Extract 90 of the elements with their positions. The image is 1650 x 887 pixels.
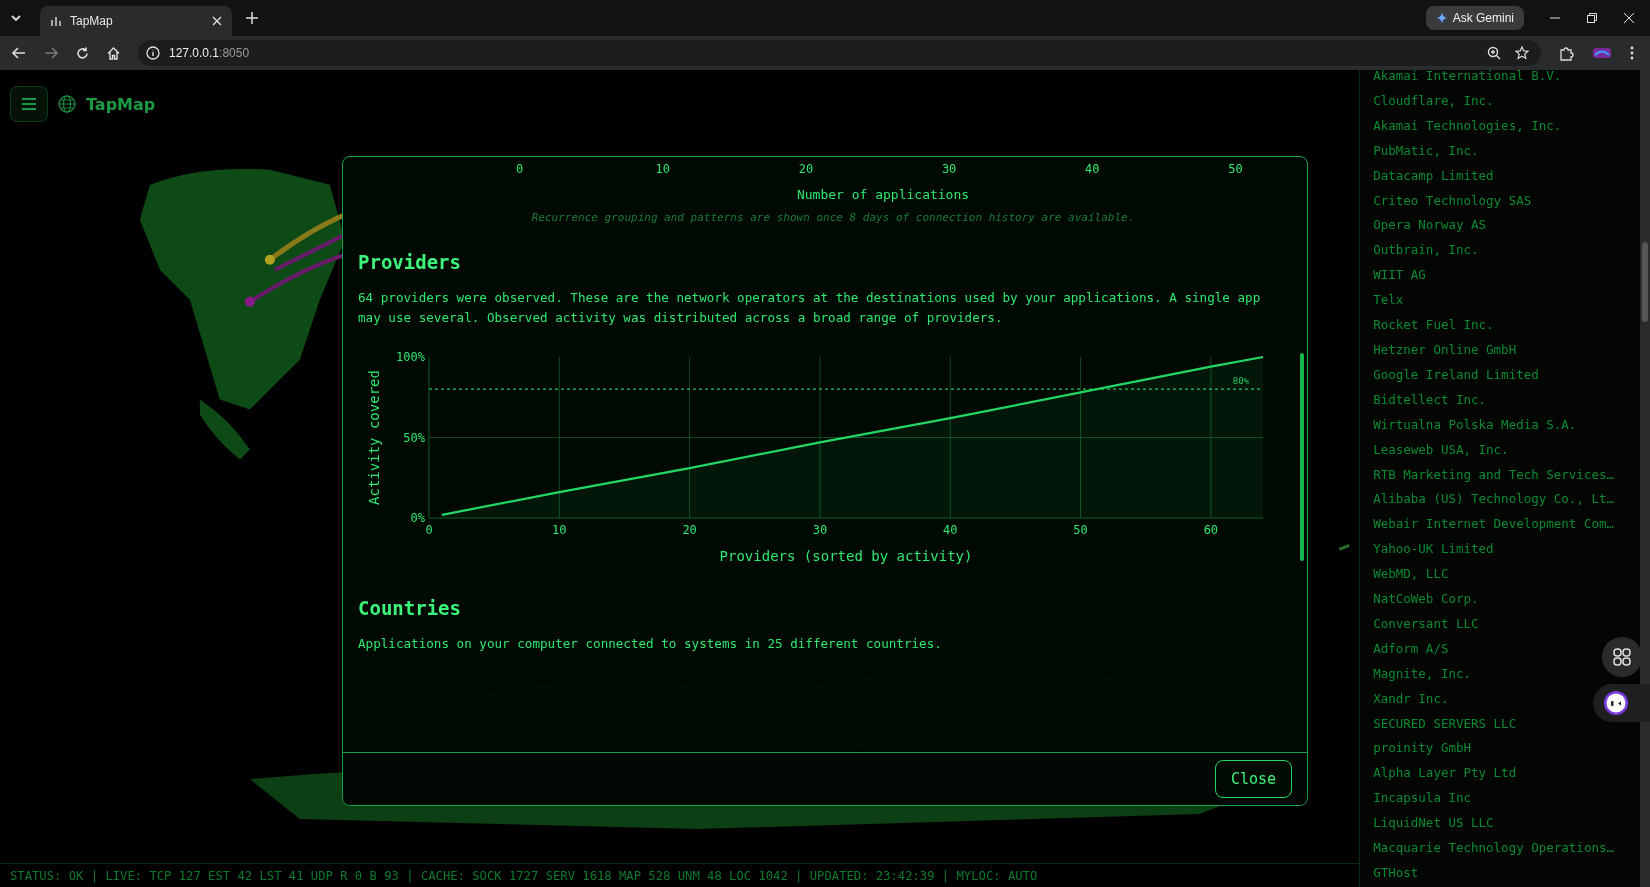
x-tick-label: 40 bbox=[943, 523, 958, 537]
y-axis-title: Activity covered bbox=[366, 370, 382, 505]
tab-list-icon[interactable] bbox=[10, 13, 22, 23]
provider-item[interactable]: Cloudflare, Inc. bbox=[1373, 88, 1494, 114]
axis-tick-label: 50 bbox=[1227, 161, 1244, 178]
puzzle-icon[interactable] bbox=[1559, 45, 1574, 61]
axis-tick-label: 0 bbox=[514, 161, 525, 178]
close-icon[interactable] bbox=[1624, 13, 1634, 23]
provider-item[interactable]: Adform A/S bbox=[1373, 636, 1449, 662]
home-icon[interactable] bbox=[107, 46, 120, 60]
x-tick-label: 20 bbox=[682, 523, 697, 537]
provider-item[interactable]: Webair Internet Development Com… bbox=[1373, 512, 1614, 538]
provider-item[interactable]: WIIT AG bbox=[1373, 263, 1426, 289]
provider-item[interactable]: RTB Marketing and Tech Services… bbox=[1373, 462, 1614, 488]
globe-icon bbox=[58, 95, 76, 113]
provider-item[interactable]: Opera Norway AS bbox=[1373, 213, 1487, 239]
section-text: Applications on your computer connected to systems in 25 different countries. bbox=[358, 635, 943, 653]
menu-icon bbox=[22, 98, 36, 110]
provider-item[interactable]: Akamai Technologies, Inc. bbox=[1373, 113, 1562, 139]
provider-item[interactable]: Leaseweb USA, Inc. bbox=[1373, 437, 1509, 463]
y-tick-label: 50% bbox=[403, 430, 425, 445]
provider-item[interactable]: NatCoWeb Corp. bbox=[1373, 587, 1479, 612]
provider-item[interactable]: LiquidNet US LLC bbox=[1373, 811, 1494, 837]
info-note: Recurrence grouping and patterns are shown once 8 days of connection history are available. bbox=[531, 210, 1135, 226]
provider-item[interactable]: Outbrain, Inc. bbox=[1373, 238, 1479, 264]
provider-item[interactable]: Alibaba (US) Technology Co., Lt… bbox=[1373, 487, 1614, 513]
back-icon[interactable] bbox=[12, 47, 26, 59]
scrollbar[interactable] bbox=[1640, 70, 1650, 887]
axis-tick-label: 20 bbox=[797, 161, 815, 178]
profile-icon[interactable] bbox=[1592, 46, 1612, 60]
x-tick-label: 0 bbox=[425, 523, 433, 537]
shortcut-button[interactable] bbox=[1602, 637, 1643, 677]
scrollbar-thumb[interactable] bbox=[1642, 242, 1648, 322]
browser-tab[interactable]: TapMap bbox=[40, 6, 232, 36]
new-tab-icon[interactable] bbox=[246, 12, 258, 24]
app-title: TapMap bbox=[86, 94, 156, 114]
provider-item[interactable]: Macquarie Technology Operations… bbox=[1373, 836, 1614, 861]
close-button[interactable]: Close bbox=[1215, 760, 1292, 798]
x-axis-title: Providers (sorted by activity) bbox=[719, 548, 973, 564]
provider-item[interactable]: SECURED SERVERS LLC bbox=[1373, 711, 1517, 737]
x-tick-label: 10 bbox=[552, 523, 567, 537]
ask-gemini-button[interactable]: Ask Gemini bbox=[1425, 6, 1524, 30]
x-tick-label: 30 bbox=[812, 523, 828, 537]
provider-item[interactable]: Rocket Fuel Inc. bbox=[1373, 313, 1494, 338]
provider-item[interactable]: Datacamp Limited bbox=[1373, 163, 1494, 189]
provider-item[interactable]: Wirtualna Polska Media S.A. bbox=[1373, 412, 1577, 438]
provider-item[interactable]: WebMD, LLC bbox=[1373, 562, 1449, 588]
menu-icon[interactable] bbox=[1630, 46, 1634, 60]
provider-item[interactable]: Incapsula Inc bbox=[1373, 786, 1471, 812]
section-heading: Providers bbox=[358, 250, 462, 274]
forward-icon[interactable] bbox=[44, 47, 58, 59]
provider-item[interactable]: Criteo Technology SAS bbox=[1373, 188, 1532, 214]
sparkle-icon bbox=[1435, 12, 1448, 24]
provider-item[interactable]: Telx bbox=[1373, 288, 1404, 314]
provider-item[interactable]: Xandr Inc. bbox=[1373, 686, 1449, 712]
address-bar[interactable]: 127.0.0.1:8050 bbox=[138, 40, 1541, 66]
provider-item[interactable]: Bidtellect Inc. bbox=[1373, 387, 1487, 413]
restore-icon[interactable] bbox=[1587, 13, 1597, 23]
provider-item[interactable]: proinity GmbH bbox=[1373, 736, 1471, 762]
zoom-icon[interactable] bbox=[1487, 46, 1501, 60]
scrollbar-thumb[interactable] bbox=[1300, 353, 1304, 561]
provider-item[interactable]: Hetzner Online GmbH bbox=[1373, 337, 1517, 363]
x-tick-label: 50 bbox=[1073, 523, 1088, 537]
provider-item[interactable]: PubMatic, Inc. bbox=[1373, 138, 1479, 164]
axis-tick-label: 10 bbox=[654, 161, 671, 178]
provider-item[interactable]: Akamai International B.V. bbox=[1373, 64, 1562, 89]
star-icon[interactable] bbox=[1515, 46, 1529, 60]
close-icon[interactable] bbox=[212, 16, 222, 26]
robot-face-icon bbox=[1603, 690, 1630, 716]
provider-item[interactable]: GTHost bbox=[1373, 861, 1419, 886]
section-text: 64 providers were observed. These are the network operators at the destinations used by your applications. A single app may use several. Observed activity was distributed across a broad range of providers. bbox=[358, 289, 1262, 327]
provider-item[interactable]: Alpha Layer Pty Ltd bbox=[1373, 761, 1517, 787]
axis-tick-label: 30 bbox=[940, 161, 958, 178]
y-tick-label: 100% bbox=[396, 350, 425, 364]
grid-icon bbox=[1612, 647, 1633, 667]
assistant-button[interactable] bbox=[1593, 684, 1650, 722]
y-tick-label: 0% bbox=[410, 511, 425, 525]
section-heading: Countries bbox=[358, 596, 462, 620]
provider-item[interactable]: Magnite, Inc. bbox=[1373, 661, 1471, 687]
provider-item[interactable]: Conversant LLC bbox=[1373, 611, 1479, 637]
provider-item[interactable]: Google Ireland Limited bbox=[1373, 362, 1539, 388]
axis-title: Number of applications bbox=[796, 186, 970, 204]
menu-button[interactable] bbox=[10, 86, 48, 122]
info-icon bbox=[146, 46, 160, 60]
x-tick-label: 60 bbox=[1203, 523, 1219, 537]
threshold-label: 80% bbox=[1232, 376, 1249, 387]
axis-tick-label: 40 bbox=[1084, 161, 1101, 178]
reload-icon[interactable] bbox=[76, 46, 89, 60]
provider-item[interactable]: Yahoo-UK Limited bbox=[1373, 537, 1494, 563]
bar-chart-icon bbox=[50, 15, 62, 27]
